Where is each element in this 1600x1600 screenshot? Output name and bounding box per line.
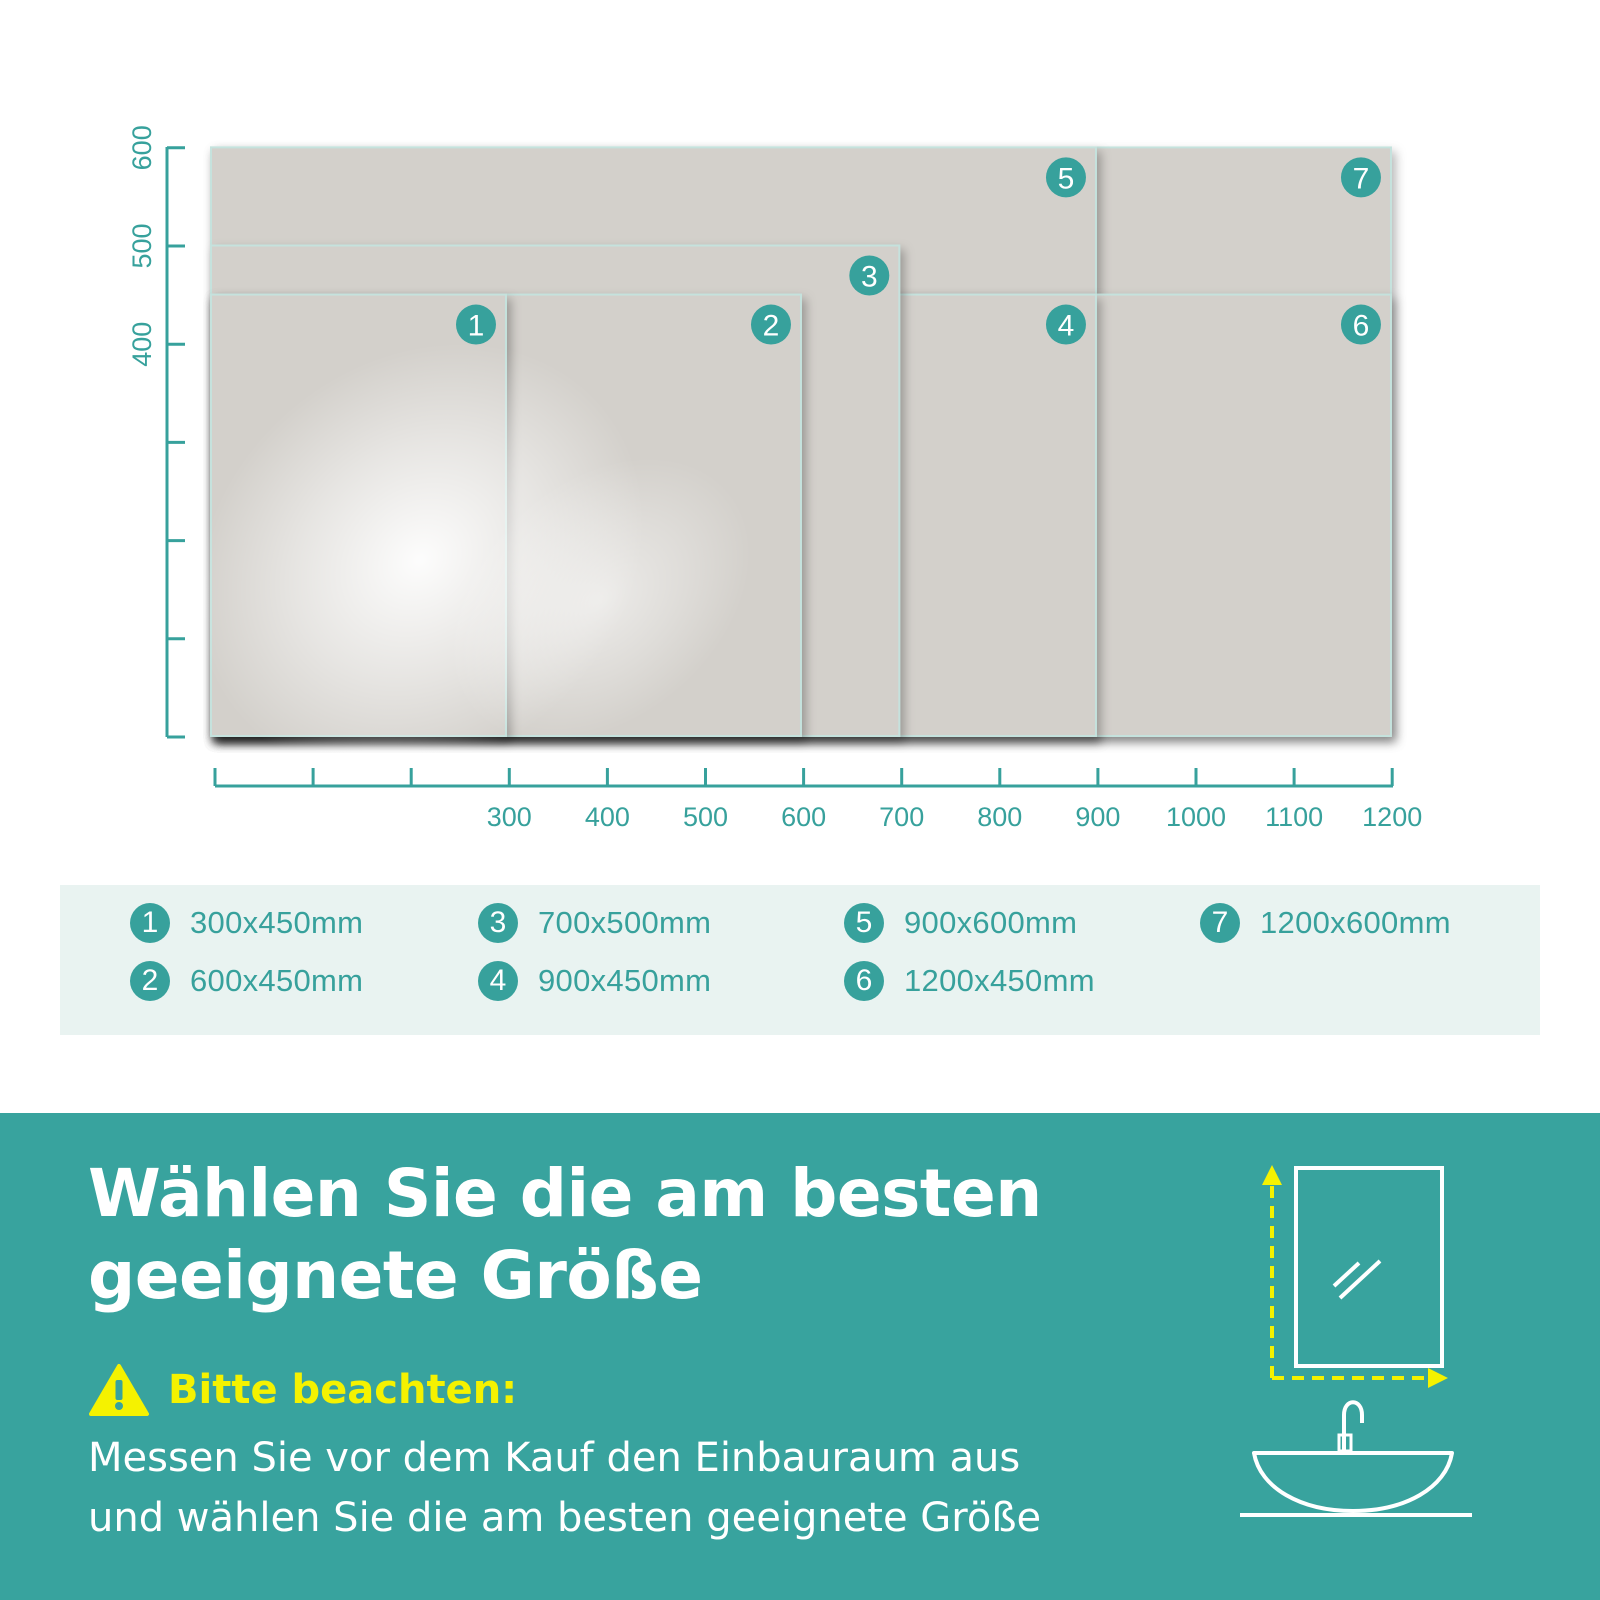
warning-text-line-1: Messen Sie vor dem Kauf den Einbauraum a… <box>88 1435 1021 1481</box>
headline-line-1: Wählen Sie die am besten <box>88 1155 1042 1232</box>
legend-label: 1200x450mm <box>904 963 1095 998</box>
legend-badge: 7 <box>1200 903 1240 943</box>
mirror-badge-label: 3 <box>861 261 878 294</box>
x-axis-tick-label: 600 <box>781 802 826 832</box>
sink-faucet-icon <box>1240 1400 1472 1517</box>
legend-item: 5 900x600mm <box>844 903 1077 943</box>
legend-badge: 1 <box>130 903 170 943</box>
warning-text: Messen Sie vor dem Kauf den Einbauraum a… <box>88 1428 1188 1548</box>
mirror-badge-label: 4 <box>1058 310 1075 343</box>
x-axis-tick-label: 300 <box>487 802 532 832</box>
size-legend: 1 300x450mm 2 600x450mm 3 700x500mm 4 900x450mm… <box>60 885 1540 1035</box>
legend-item: 3 700x500mm <box>478 903 711 943</box>
mirror-badge-label: 5 <box>1058 162 1075 195</box>
warning-triangle-icon <box>89 1364 149 1416</box>
size-comparison-diagram: 1 2 3 4 5 6 7 300 400 500 600 700 800 900 1000 1100 120… <box>127 125 1422 832</box>
legend-badge: 4 <box>478 961 518 1001</box>
y-axis-tick-label: 600 <box>127 125 157 170</box>
mirror-measure-illustration <box>1240 1165 1472 1517</box>
headline-line-2: geeignete Größe <box>88 1237 703 1314</box>
legend-item: 6 1200x450mm <box>844 961 1095 1001</box>
legend-badge: 3 <box>478 903 518 943</box>
mirror-badge-label: 7 <box>1353 162 1370 195</box>
info-banner: Wählen Sie die am besten geeignete Größe… <box>0 1113 1600 1600</box>
legend-item: 2 600x450mm <box>130 961 363 1001</box>
legend-label: 600x450mm <box>190 963 364 998</box>
x-axis-tick-label: 800 <box>977 802 1022 832</box>
legend-label: 300x450mm <box>190 905 364 940</box>
x-axis-tick-label: 500 <box>683 802 728 832</box>
legend-label: 700x500mm <box>538 905 712 940</box>
legend-badge: 6 <box>844 961 884 1001</box>
legend-label: 900x600mm <box>904 905 1078 940</box>
legend-label: 1200x600mm <box>1260 905 1451 940</box>
y-axis-tick-label: 400 <box>127 322 157 367</box>
warning-text-line-2: und wählen Sie die am besten geeignete G… <box>88 1495 1042 1541</box>
warning-title: Bitte beachten: <box>168 1367 518 1413</box>
headline: Wählen Sie die am besten geeignete Größe <box>88 1153 1168 1317</box>
mirror-badge-label: 1 <box>468 310 485 343</box>
legend-item: 4 900x450mm <box>478 961 711 1001</box>
mirror-badge-label: 6 <box>1353 310 1370 343</box>
warning-note: Bitte beachten: <box>88 1363 517 1417</box>
legend-label: 900x450mm <box>538 963 712 998</box>
x-axis-tick-label: 700 <box>879 802 924 832</box>
mirror-badge-label: 2 <box>763 310 780 343</box>
x-axis-tick-label: 400 <box>585 802 630 832</box>
mirror-measure-icon <box>1262 1165 1448 1388</box>
y-axis-tick-label: 500 <box>127 223 157 268</box>
x-axis-tick-label: 1000 <box>1166 802 1226 832</box>
legend-item: 1 300x450mm <box>130 903 363 943</box>
legend-badge: 5 <box>844 903 884 943</box>
legend-item: 7 1200x600mm <box>1200 903 1451 943</box>
x-axis-tick-label: 1100 <box>1265 802 1323 832</box>
x-axis-tick-label: 900 <box>1075 802 1120 832</box>
x-axis-tick-label: 1200 <box>1362 802 1422 832</box>
legend-badge: 2 <box>130 961 170 1001</box>
